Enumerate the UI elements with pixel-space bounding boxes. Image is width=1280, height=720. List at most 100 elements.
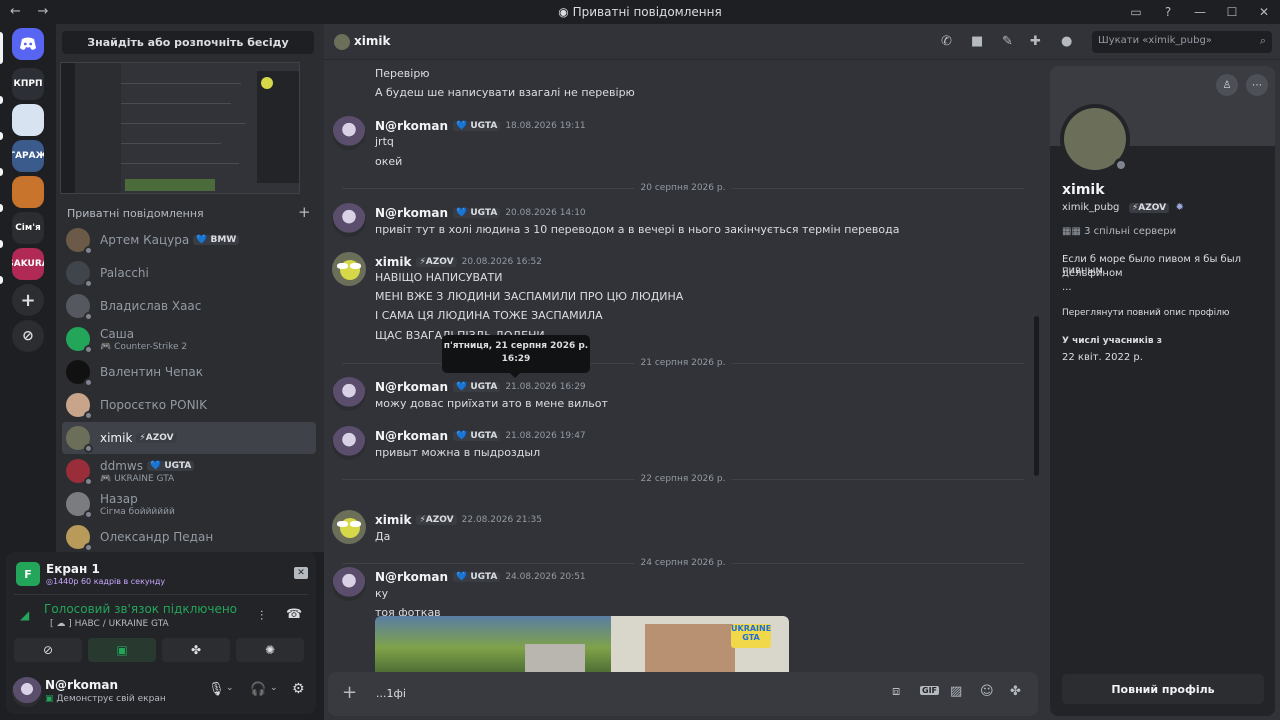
home-button[interactable] — [12, 28, 44, 60]
voice-channel[interactable]: [ ☁ ] HABC / UKRAINE GTA — [50, 619, 169, 629]
avatar[interactable] — [332, 426, 366, 460]
image-attachment[interactable]: UKRAINE GTA — [375, 616, 789, 674]
dm-item[interactable]: Саша 🎮 Counter-Strike 2 — [62, 323, 316, 355]
chevron-down-icon[interactable]: ⌄ — [270, 683, 278, 693]
dm-item[interactable]: Назар Сігма бойййййй — [62, 488, 316, 520]
date-divider: 20 серпня 2026 р. — [342, 183, 1024, 193]
full-profile-button[interactable]: Повний профіль — [1062, 674, 1264, 704]
profile-panel: ♙ ⋯ ximik ximik_pubg ⚡AZOV ✹ ▦▦ 3 спільн… — [1040, 60, 1280, 720]
server-icon[interactable]: КПРП — [12, 68, 44, 100]
chevron-down-icon[interactable]: ⌄ — [226, 683, 234, 693]
video-call-icon[interactable]: ■ — [971, 34, 983, 49]
server-icon[interactable]: ГАРАЖ — [12, 140, 44, 172]
help-icon[interactable]: ? — [1152, 0, 1184, 24]
avatar[interactable] — [332, 203, 366, 237]
avatar — [66, 393, 93, 420]
avatar[interactable] — [332, 567, 366, 601]
pinned-messages-icon[interactable]: ✎ — [1002, 34, 1013, 49]
add-friend-icon[interactable]: ♙ — [1216, 74, 1238, 96]
dm-item[interactable]: ddmws 💙 UGTA 🎮 UKRAINE GTA — [62, 455, 316, 487]
search-input[interactable]: Шукати «ximik_pubg» ⌕ — [1092, 31, 1272, 53]
find-conversation-button[interactable]: Знайдіть або розпочніть бесіду — [62, 31, 314, 54]
image-sign: UKRAINE GTA — [731, 624, 771, 648]
date-divider: 24 серпня 2026 р. — [342, 558, 1024, 568]
apps-icon[interactable]: ✤ — [1010, 684, 1021, 699]
avatar[interactable] — [332, 377, 366, 411]
message-author[interactable]: N@rkoman 💙 UGTA 18.08.2026 19:11 — [375, 119, 586, 133]
stream-preview[interactable] — [60, 62, 300, 194]
server-icon[interactable]: Сім'я — [12, 212, 44, 244]
timestamp: 21.08.2026 19:47 — [505, 431, 586, 441]
share-screen-button[interactable]: ▣ — [88, 638, 156, 662]
avatar[interactable] — [332, 510, 366, 544]
message-input[interactable]: + ...1фі ⧈ GIF ▨ ☺ ✤ — [328, 672, 1038, 716]
message-author[interactable]: ximik ⚡AZOV 20.08.2026 16:52 — [375, 255, 542, 269]
avatar — [66, 426, 93, 453]
user-status: ▣ Демонструє свій екран — [45, 694, 166, 704]
chat-header: ximik ✆ ■ ✎ ✚ ● Шукати «ximik_pubg» ⌕ — [324, 24, 1280, 60]
avatar — [66, 294, 93, 321]
status-indicator — [84, 444, 93, 453]
dm-name: Олександр Педан — [100, 530, 214, 544]
add-server-button[interactable]: + — [12, 284, 44, 316]
dm-item[interactable]: Поросєтко PONIK — [62, 389, 316, 421]
voice-status[interactable]: Голосовий зв'язок підключено — [44, 602, 237, 616]
dm-item[interactable]: Владислав Хаас — [62, 290, 316, 322]
activities-button[interactable]: ✤ — [162, 638, 230, 662]
user-profile-icon[interactable]: ● — [1061, 34, 1072, 49]
window-title: ◉ Приватні повідомлення — [0, 5, 1280, 19]
avatar[interactable] — [12, 677, 42, 707]
server-icon[interactable] — [12, 104, 44, 136]
gif-icon[interactable]: GIF — [920, 686, 940, 695]
avatar[interactable] — [332, 252, 366, 286]
message-author[interactable]: ximik ⚡AZOV 22.08.2026 21:35 — [375, 513, 542, 527]
dm-name: Саша — [100, 326, 135, 341]
stop-stream-icon[interactable]: ✕ — [294, 567, 308, 579]
message-text: привыт можна в пыдроздыл — [375, 446, 541, 459]
header-avatar — [334, 34, 350, 50]
settings-gear-icon[interactable]: ⚙ — [292, 681, 305, 697]
clan-tag: 💙 UGTA — [453, 382, 501, 392]
sticker-icon[interactable]: ▨ — [950, 684, 962, 699]
clan-tag: ⚡AZOV — [416, 257, 457, 267]
clan-tag: 💙 UGTA — [147, 460, 195, 471]
create-dm-plus-icon[interactable]: + — [298, 203, 311, 221]
server-icon[interactable] — [12, 176, 44, 208]
soundboard-button[interactable]: ✺ — [236, 638, 304, 662]
microphone-icon[interactable]: 🎙 — [208, 682, 225, 697]
voice-call-icon[interactable]: ✆ — [941, 34, 952, 49]
dm-item[interactable]: Олександр Педан — [62, 521, 316, 553]
view-full-bio-link[interactable]: Переглянути повний опис профілю — [1062, 308, 1229, 318]
avatar[interactable] — [332, 116, 366, 150]
dm-item[interactable]: Артем Кацура 💙 BMW — [62, 224, 316, 256]
header-username[interactable]: ximik — [354, 34, 390, 48]
message-text: ку — [375, 587, 389, 600]
dm-item[interactable]: ximik ⚡AZOV — [62, 422, 316, 454]
dm-item[interactable]: Palacchi — [62, 257, 316, 289]
message-author[interactable]: N@rkoman 💙 UGTA 20.08.2026 14:10 — [375, 206, 586, 220]
discover-compass-icon[interactable]: ⊘ — [12, 320, 44, 352]
scrollbar[interactable] — [1034, 316, 1039, 476]
screen-title: Екран 1 — [46, 562, 100, 576]
server-icon[interactable]: SAKURA — [12, 248, 44, 280]
more-options-icon[interactable]: ⋯ — [1246, 74, 1268, 96]
emoji-icon[interactable]: ☺ — [980, 684, 994, 699]
message-author[interactable]: N@rkoman 💙 UGTA 21.08.2026 19:47 — [375, 429, 586, 443]
headphones-icon[interactable]: 🎧 — [250, 682, 266, 697]
user-name[interactable]: N@rkoman — [45, 678, 118, 692]
message-author[interactable]: N@rkoman 💙 UGTA 21.08.2026 16:29 — [375, 380, 586, 394]
camera-off-button[interactable]: ⊘ — [14, 638, 82, 662]
maximize-icon[interactable]: ☐ — [1216, 0, 1248, 24]
mutual-servers[interactable]: ▦▦ 3 спільні сервери — [1062, 226, 1176, 237]
noise-suppression-icon[interactable]: ⫶ — [260, 609, 263, 624]
close-icon[interactable]: ✕ — [1248, 0, 1280, 24]
add-friend-to-dm-icon[interactable]: ✚ — [1030, 34, 1041, 49]
attach-plus-icon[interactable]: + — [342, 682, 357, 703]
inbox-icon[interactable]: ▭ — [1120, 0, 1152, 24]
message-author[interactable]: N@rkoman 💙 UGTA 24.08.2026 20:51 — [375, 570, 586, 584]
gift-icon[interactable]: ⧈ — [892, 684, 900, 699]
minimize-icon[interactable]: — — [1184, 0, 1216, 24]
disconnect-icon[interactable]: ☎ — [286, 607, 302, 622]
status-indicator — [84, 411, 93, 420]
dm-item[interactable]: Валентин Чепак — [62, 356, 316, 388]
